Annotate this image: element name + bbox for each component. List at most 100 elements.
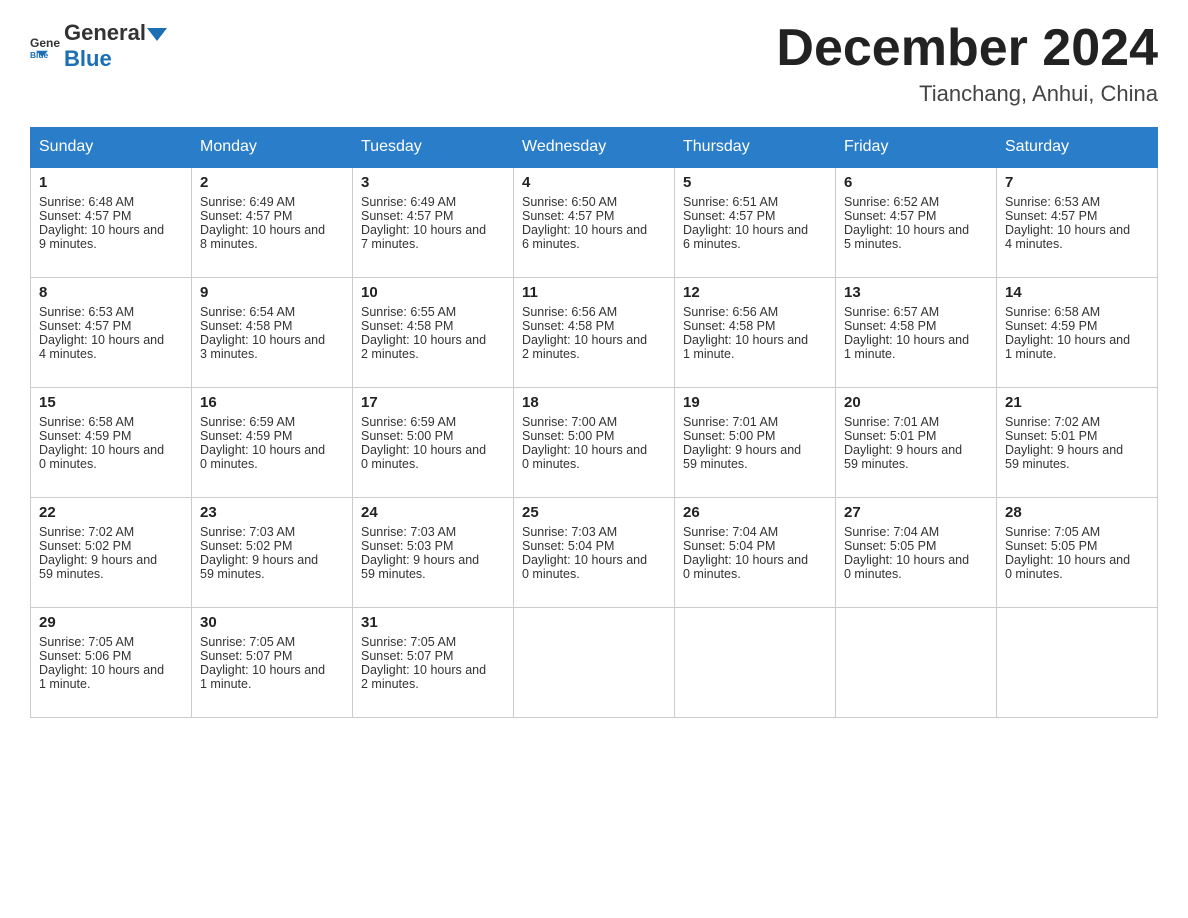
sunrise-text: Sunrise: 6:49 AM <box>361 195 505 209</box>
day-number: 1 <box>39 174 183 191</box>
daylight-text: Daylight: 10 hours and <box>39 443 183 457</box>
daylight-text: Daylight: 10 hours and <box>683 333 827 347</box>
sunset-text: Sunset: 5:05 PM <box>1005 539 1149 553</box>
day-number: 29 <box>39 614 183 631</box>
calendar-cell <box>836 607 997 717</box>
calendar-week-row: 22Sunrise: 7:02 AMSunset: 5:02 PMDayligh… <box>31 497 1158 607</box>
daylight-text: Daylight: 10 hours and <box>200 443 344 457</box>
logo-general-text: General <box>64 20 146 46</box>
sunset-text: Sunset: 5:01 PM <box>1005 429 1149 443</box>
daylight-text: Daylight: 10 hours and <box>200 663 344 677</box>
daylight-text-cont: 6 minutes. <box>683 237 827 251</box>
calendar-cell: 30Sunrise: 7:05 AMSunset: 5:07 PMDayligh… <box>192 607 353 717</box>
sunset-text: Sunset: 5:07 PM <box>361 649 505 663</box>
daylight-text-cont: 59 minutes. <box>1005 457 1149 471</box>
sunset-text: Sunset: 4:57 PM <box>200 209 344 223</box>
daylight-text-cont: 1 minute. <box>39 677 183 691</box>
daylight-text: Daylight: 10 hours and <box>522 553 666 567</box>
daylight-text-cont: 0 minutes. <box>39 457 183 471</box>
sunrise-text: Sunrise: 6:56 AM <box>522 305 666 319</box>
daylight-text: Daylight: 10 hours and <box>683 553 827 567</box>
calendar-cell: 1Sunrise: 6:48 AMSunset: 4:57 PMDaylight… <box>31 167 192 277</box>
day-header-monday: Monday <box>192 128 353 168</box>
calendar-cell: 7Sunrise: 6:53 AMSunset: 4:57 PMDaylight… <box>997 167 1158 277</box>
calendar-cell: 19Sunrise: 7:01 AMSunset: 5:00 PMDayligh… <box>675 387 836 497</box>
daylight-text: Daylight: 10 hours and <box>39 663 183 677</box>
daylight-text-cont: 2 minutes. <box>361 677 505 691</box>
day-number: 31 <box>361 614 505 631</box>
day-number: 10 <box>361 284 505 301</box>
sunset-text: Sunset: 4:59 PM <box>1005 319 1149 333</box>
sunset-text: Sunset: 5:04 PM <box>683 539 827 553</box>
daylight-text-cont: 4 minutes. <box>39 347 183 361</box>
daylight-text-cont: 59 minutes. <box>39 567 183 581</box>
sunset-text: Sunset: 5:00 PM <box>361 429 505 443</box>
sunrise-text: Sunrise: 6:49 AM <box>200 195 344 209</box>
calendar-cell: 8Sunrise: 6:53 AMSunset: 4:57 PMDaylight… <box>31 277 192 387</box>
calendar-cell: 27Sunrise: 7:04 AMSunset: 5:05 PMDayligh… <box>836 497 997 607</box>
daylight-text-cont: 1 minute. <box>200 677 344 691</box>
calendar-cell: 31 Sunrise: 7:05 AMSunset: 5:07 PMDayligh… <box>353 607 514 717</box>
logo: General Blue General Blue <box>30 20 168 72</box>
day-header-saturday: Saturday <box>997 128 1158 168</box>
calendar-cell: 21Sunrise: 7:02 AMSunset: 5:01 PMDayligh… <box>997 387 1158 497</box>
calendar-cell: 26Sunrise: 7:04 AMSunset: 5:04 PMDayligh… <box>675 497 836 607</box>
sunrise-text: Sunrise: 6:57 AM <box>844 305 988 319</box>
day-number: 27 <box>844 504 988 521</box>
sunrise-text: Sunrise: 7:03 AM <box>200 525 344 539</box>
day-number: 19 <box>683 394 827 411</box>
logo-blue-text: Blue <box>64 46 168 72</box>
calendar-cell: 16Sunrise: 6:59 AMSunset: 4:59 PMDayligh… <box>192 387 353 497</box>
daylight-text-cont: 0 minutes. <box>844 567 988 581</box>
sunrise-text: Sunrise: 6:58 AM <box>39 415 183 429</box>
daylight-text-cont: 6 minutes. <box>522 237 666 251</box>
daylight-text: Daylight: 10 hours and <box>683 223 827 237</box>
day-number: 13 <box>844 284 988 301</box>
sunset-text: Sunset: 4:58 PM <box>522 319 666 333</box>
daylight-text: Daylight: 9 hours and <box>200 553 344 567</box>
day-number: 24 <box>361 504 505 521</box>
sunrise-text: Sunrise: 7:02 AM <box>1005 415 1149 429</box>
daylight-text-cont: 0 minutes. <box>1005 567 1149 581</box>
sunset-text: Sunset: 4:57 PM <box>683 209 827 223</box>
daylight-text-cont: 1 minute. <box>844 347 988 361</box>
daylight-text: Daylight: 10 hours and <box>522 333 666 347</box>
calendar-cell: 25Sunrise: 7:03 AMSunset: 5:04 PMDayligh… <box>514 497 675 607</box>
daylight-text: Daylight: 10 hours and <box>844 333 988 347</box>
sunrise-text: Sunrise: 7:05 AM <box>1005 525 1149 539</box>
calendar-cell: 11Sunrise: 6:56 AMSunset: 4:58 PMDayligh… <box>514 277 675 387</box>
sunset-text: Sunset: 5:00 PM <box>683 429 827 443</box>
daylight-text: Daylight: 9 hours and <box>844 443 988 457</box>
calendar-cell <box>675 607 836 717</box>
sunset-text: Sunset: 4:57 PM <box>844 209 988 223</box>
sunrise-text: Sunrise: 6:56 AM <box>683 305 827 319</box>
sunset-text: Sunset: 4:57 PM <box>522 209 666 223</box>
svg-text:General: General <box>30 36 60 50</box>
sunrise-text: Sunrise: 6:48 AM <box>39 195 183 209</box>
day-number: 5 <box>683 174 827 191</box>
sunset-text: Sunset: 4:57 PM <box>39 319 183 333</box>
day-header-wednesday: Wednesday <box>514 128 675 168</box>
daylight-text-cont: 0 minutes. <box>361 457 505 471</box>
day-header-tuesday: Tuesday <box>353 128 514 168</box>
daylight-text: Daylight: 10 hours and <box>361 663 505 677</box>
sunrise-text: Sunrise: 6:54 AM <box>200 305 344 319</box>
sunset-text: Sunset: 5:06 PM <box>39 649 183 663</box>
sunrise-text: Sunrise: 6:52 AM <box>844 195 988 209</box>
logo-icon: General Blue <box>30 31 60 61</box>
daylight-text-cont: 59 minutes. <box>361 567 505 581</box>
calendar-cell: 18Sunrise: 7:00 AMSunset: 5:00 PMDayligh… <box>514 387 675 497</box>
sunset-text: Sunset: 5:03 PM <box>361 539 505 553</box>
daylight-text-cont: 2 minutes. <box>361 347 505 361</box>
day-number: 20 <box>844 394 988 411</box>
sunrise-text: Sunrise: 7:05 AM <box>361 635 505 649</box>
daylight-text-cont: 3 minutes. <box>200 347 344 361</box>
calendar-cell: 28Sunrise: 7:05 AMSunset: 5:05 PMDayligh… <box>997 497 1158 607</box>
sunrise-text: Sunrise: 7:04 AM <box>844 525 988 539</box>
day-number: 7 <box>1005 174 1149 191</box>
day-number: 22 <box>39 504 183 521</box>
sunset-text: Sunset: 5:00 PM <box>522 429 666 443</box>
sunrise-text: Sunrise: 6:50 AM <box>522 195 666 209</box>
day-number: 12 <box>683 284 827 301</box>
calendar-cell: 22Sunrise: 7:02 AMSunset: 5:02 PMDayligh… <box>31 497 192 607</box>
